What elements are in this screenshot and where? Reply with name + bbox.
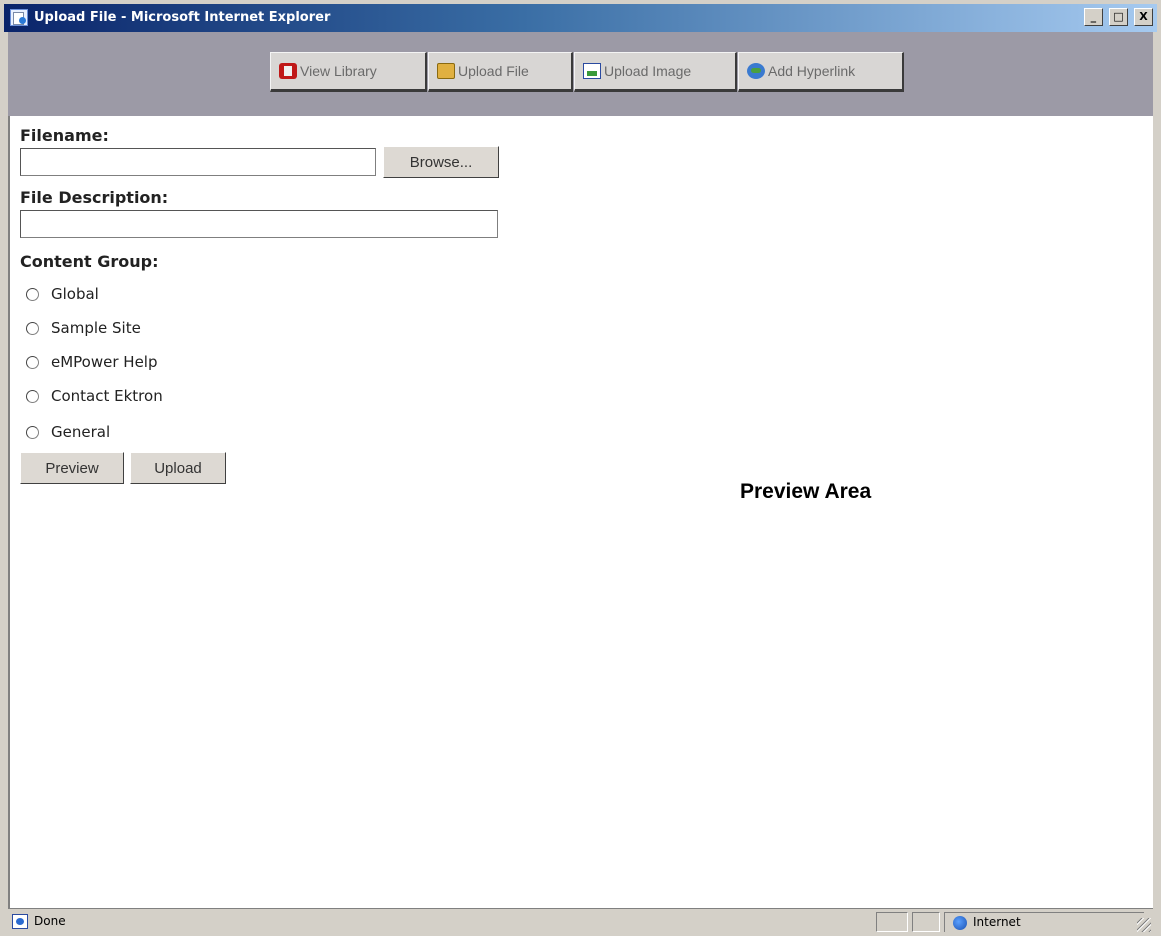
- status-pane: [876, 912, 908, 932]
- security-zone-pane: Internet: [944, 912, 1144, 932]
- status-pane: [912, 912, 940, 932]
- view-library-label: View Library: [300, 63, 377, 79]
- status-text: Done: [34, 914, 66, 928]
- resize-grip-icon[interactable]: [1137, 918, 1151, 932]
- window-controls: _ □ X: [1083, 8, 1153, 28]
- option-label: Contact Ektron: [51, 387, 163, 405]
- radio-button[interactable]: [26, 425, 39, 439]
- content-group-option-contact-ektron[interactable]: Contact Ektron: [26, 384, 163, 408]
- upload-file-label: Upload File: [458, 63, 529, 79]
- content-group-label: Content Group:: [20, 252, 159, 271]
- library-icon: [279, 63, 297, 79]
- radio-button[interactable]: [26, 355, 39, 369]
- window-title: Upload File - Microsoft Internet Explore…: [34, 10, 331, 25]
- radio-button[interactable]: [26, 389, 39, 403]
- filename-input[interactable]: [20, 148, 376, 176]
- browser-window: Upload File - Microsoft Internet Explore…: [0, 0, 1161, 936]
- add-hyperlink-label: Add Hyperlink: [768, 63, 856, 79]
- internet-zone-icon: [953, 916, 967, 930]
- security-zone-label: Internet: [973, 915, 1021, 929]
- option-label: General: [51, 423, 111, 441]
- content-group-option-empower-help[interactable]: eMPower Help: [26, 350, 158, 374]
- filename-label: Filename:: [20, 126, 109, 145]
- page-done-icon: [12, 914, 28, 929]
- hyperlink-icon: [747, 63, 765, 79]
- preview-area-label: Preview Area: [740, 480, 872, 503]
- file-description-input[interactable]: [20, 210, 498, 238]
- option-label: Sample Site: [51, 319, 141, 337]
- toolbar: View Library Upload File Upload Image Ad…: [8, 32, 1153, 116]
- title-bar[interactable]: Upload File - Microsoft Internet Explore…: [4, 4, 1157, 32]
- content-group-option-sample-site[interactable]: Sample Site: [26, 316, 141, 340]
- preview-button[interactable]: Preview: [20, 452, 124, 484]
- browse-button[interactable]: Browse...: [383, 146, 499, 178]
- upload-file-button[interactable]: Upload File: [428, 52, 573, 92]
- radio-button[interactable]: [26, 321, 39, 335]
- internet-explorer-page-icon: [10, 9, 28, 26]
- status-bar: Done Internet: [8, 908, 1153, 934]
- minimize-button[interactable]: _: [1083, 8, 1103, 26]
- page-content: Filename: Browse... File Description: Co…: [8, 116, 1153, 908]
- content-group-option-general[interactable]: General: [26, 420, 110, 444]
- maximize-button[interactable]: □: [1108, 8, 1128, 26]
- image-icon: [583, 63, 601, 79]
- content-group-option-global[interactable]: Global: [26, 282, 99, 306]
- upload-image-button[interactable]: Upload Image: [574, 52, 737, 92]
- upload-image-label: Upload Image: [604, 63, 692, 79]
- file-description-label: File Description:: [20, 188, 169, 207]
- close-button[interactable]: X: [1134, 8, 1153, 26]
- upload-button[interactable]: Upload: [130, 452, 226, 484]
- radio-button[interactable]: [26, 287, 39, 301]
- add-hyperlink-button[interactable]: Add Hyperlink: [738, 52, 904, 92]
- folder-icon: [437, 63, 455, 79]
- view-library-button[interactable]: View Library: [270, 52, 427, 92]
- option-label: Global: [51, 285, 99, 303]
- option-label: eMPower Help: [51, 353, 158, 371]
